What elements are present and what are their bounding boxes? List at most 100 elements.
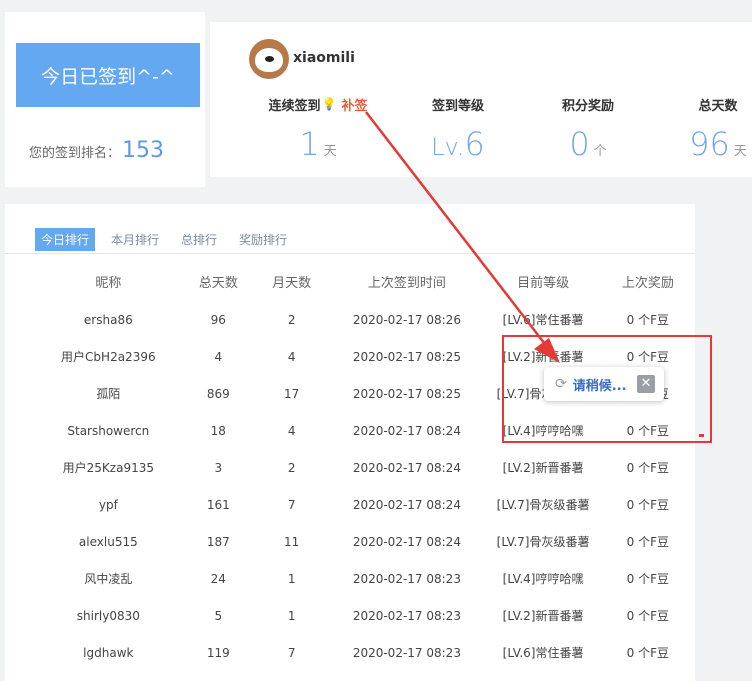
table-cell: 2020-02-17 08:25 <box>352 349 461 364</box>
table-cell: [LV.4]哼哼哈嘿 <box>502 572 584 586</box>
table-cell[interactable]: 用户25Kza9135 <box>35 449 182 486</box>
table-cell: 18 <box>210 423 226 438</box>
stat-unit: 天 <box>323 144 337 159</box>
table-cell: 2 <box>287 460 296 475</box>
table-cell[interactable]: alexlu515 <box>35 523 182 560</box>
table-row: alexlu515 187 11 2020-02-17 08:24 [LV.7]骨灰级番… <box>35 523 695 560</box>
table-cell: 2020-02-17 08:26 <box>352 312 461 327</box>
stat-value: 6 <box>464 125 485 163</box>
table-cell: 0 个F豆 <box>626 313 670 327</box>
table-row: ypf 161 7 2020-02-17 08:24 [LV.7]骨灰级番薯 0 个F豆 <box>35 486 695 523</box>
table-cell: 4 <box>287 349 296 364</box>
table-row: 用户25Kza9135 3 2 2020-02-17 08:24 [LV.2]新晋番薯 0… <box>35 449 695 486</box>
stat-points: 积分奖励 0 个 <box>538 94 638 164</box>
table-cell: 17 <box>284 386 300 401</box>
loading-popup: ⟳ 请稍候... ✕ <box>544 367 664 401</box>
table-cell: 4 <box>287 423 296 438</box>
table-cell: [LV.6]常住番薯 <box>502 313 584 327</box>
user-stats-panel: xiaomili 连续签到 💡 补签 1 天 签到等级 Lv. 6 积分奖励 0… <box>210 22 752 177</box>
stat-value: 96 <box>689 125 730 163</box>
table-cell: 2020-02-17 08:24 <box>352 497 461 512</box>
table-row: 风中凌乱 24 1 2020-02-17 08:23 [LV.4]哼哼哈嘿 0 个F豆 <box>35 560 695 597</box>
table-cell: [LV.2]新晋番薯 <box>502 461 584 475</box>
buqian-link[interactable]: 补签 <box>341 95 367 114</box>
stat-streak: 连续签到 💡 补签 1 天 <box>268 94 368 163</box>
table-row: lgdhawk 119 7 2020-02-17 08:23 [LV.6]常住番薯 0 个… <box>35 634 695 671</box>
refresh-icon: ⟳ <box>555 376 567 392</box>
table-cell: 5 <box>214 608 223 623</box>
table-cell: 2 <box>287 312 296 327</box>
stat-label: 签到等级 <box>431 98 484 114</box>
rank-value: 153 <box>122 138 165 163</box>
tab-reward[interactable]: 奖励排行 <box>233 228 293 251</box>
stat-unit: 天 <box>733 144 747 159</box>
table-cell: 1 <box>287 571 296 586</box>
table-cell: 4 <box>214 349 223 364</box>
stat-value: 0 <box>569 125 590 163</box>
table-cell: 0 个F豆 <box>626 461 670 475</box>
loading-text: 请稍候... <box>572 378 627 394</box>
table-cell: 0 个F豆 <box>626 498 670 512</box>
table-cell: 0 个F豆 <box>626 572 670 586</box>
bulb-icon: 💡 <box>321 97 337 111</box>
table-cell[interactable]: ypf <box>35 486 182 523</box>
stat-unit: 个 <box>593 144 607 159</box>
col-header: 月天数 <box>272 275 312 291</box>
table-cell: [LV.6]常住番薯 <box>502 646 584 660</box>
table-cell: 0 个F豆 <box>626 646 670 660</box>
table-cell: 1 <box>287 608 296 623</box>
table-cell: 7 <box>287 497 296 512</box>
table-cell[interactable]: lgdhawk <box>35 634 182 671</box>
table-cell: [LV.7]骨灰级番薯 <box>496 498 590 512</box>
table-cell: 11 <box>284 534 300 549</box>
table-cell[interactable]: 孤陌 <box>35 375 182 412</box>
table-cell: 24 <box>210 571 226 586</box>
table-cell: 2020-02-17 08:24 <box>352 423 461 438</box>
table-cell: 7 <box>287 645 296 660</box>
col-header: 上次奖励 <box>621 275 674 291</box>
table-cell: 2020-02-17 08:23 <box>352 571 461 586</box>
tabs-divider <box>5 253 695 254</box>
stat-label: 连续签到 <box>268 98 321 114</box>
dog-avatar-icon[interactable] <box>249 39 289 79</box>
close-icon[interactable]: ✕ <box>637 375 655 393</box>
col-header: 总天数 <box>198 275 238 291</box>
tab-month[interactable]: 本月排行 <box>105 228 165 251</box>
table-cell: 3 <box>214 460 223 475</box>
stat-prefix: Lv. <box>431 133 465 161</box>
table-cell: 2020-02-17 08:23 <box>352 608 461 623</box>
table-cell: 869 <box>206 386 230 401</box>
table-cell: 161 <box>206 497 230 512</box>
tab-total[interactable]: 总排行 <box>175 228 223 251</box>
stat-label: 总天数 <box>698 98 738 114</box>
ranking-tabs: 今日排行 本月排行 总排行 奖励排行 <box>35 228 303 251</box>
stat-value: 1 <box>299 125 320 163</box>
table-row: ersha86 96 2 2020-02-17 08:26 [LV.6]常住番薯 0 个F… <box>35 301 695 338</box>
table-cell[interactable]: ersha86 <box>35 301 182 338</box>
tab-today[interactable]: 今日排行 <box>35 228 96 251</box>
table-cell[interactable]: shirly0830 <box>35 597 182 634</box>
table-cell: 2020-02-17 08:23 <box>352 645 461 660</box>
rank-label: 您的签到排名： <box>29 146 121 161</box>
signin-panel: 今日已签到^-^ 您的签到排名： 153 <box>5 12 205 187</box>
signin-rank: 您的签到排名： 153 <box>29 138 164 163</box>
username[interactable]: xiaomili <box>293 50 355 66</box>
table-cell: 0 个F豆 <box>626 609 670 623</box>
stat-level: 签到等级 Lv. 6 <box>408 94 508 164</box>
annotation-dot <box>699 434 704 437</box>
table-row: shirly0830 5 1 2020-02-17 08:23 [LV.2]新晋番薯 0 … <box>35 597 695 634</box>
table-cell[interactable]: Starshowercn <box>35 412 182 449</box>
table-cell: [LV.2]新晋番薯 <box>502 609 584 623</box>
table-cell: 0 个F豆 <box>626 535 670 549</box>
col-header: 昵称 <box>95 275 122 291</box>
table-cell: 2020-02-17 08:24 <box>352 460 461 475</box>
table-cell: 2020-02-17 08:25 <box>352 386 461 401</box>
table-cell: 187 <box>206 534 230 549</box>
stat-total-days: 总天数 96 天 <box>668 94 752 164</box>
stat-label: 积分奖励 <box>561 98 614 114</box>
table-cell[interactable]: 用户CbH2a2396 <box>35 338 182 375</box>
table-cell[interactable]: 风中凌乱 <box>35 560 182 597</box>
ranking-table: 昵称 总天数 月天数 上次签到时间 目前等级 上次奖励 ersha86 96 2 20… <box>35 261 695 671</box>
signed-in-button[interactable]: 今日已签到^-^ <box>16 43 200 107</box>
col-header: 上次签到时间 <box>367 275 446 291</box>
